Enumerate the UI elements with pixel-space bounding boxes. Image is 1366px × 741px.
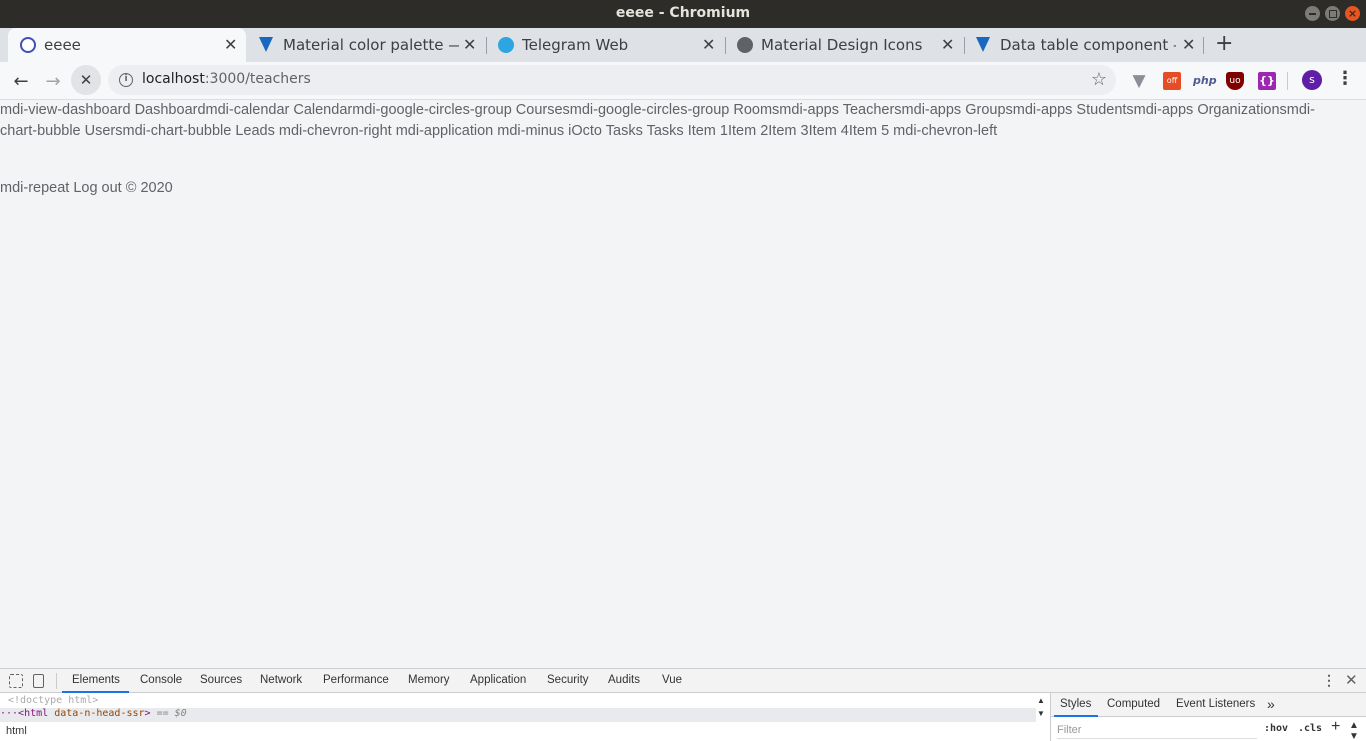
devtools-tab-performance[interactable]: Performance [323,674,389,686]
tab-separator [1203,37,1204,54]
devtools-separator [56,673,57,689]
unstyled-nav-text[interactable]: mdi-view-dashboard Dashboardmdi-calendar… [0,100,1350,142]
tab-label: eeee [44,36,81,54]
minimize-button[interactable] [1305,6,1320,21]
vue-devtools-extension-icon[interactable]: ▼ [1130,72,1148,90]
vuetify-icon [976,37,990,52]
active-tab-indicator [62,691,129,693]
close-tab-icon[interactable]: ✕ [941,35,954,54]
url-host: localhost [142,71,205,87]
dom-html-attr: data-n-head-ssr [54,708,145,719]
url-text[interactable]: localhost:3000/teachers [142,71,311,87]
stop-loading-button[interactable]: ✕ [71,65,101,95]
off-extension-icon[interactable]: off [1163,72,1181,90]
devtools-menu-icon[interactable]: ⋮ [1322,672,1336,689]
dom-html-tag: html [24,708,49,719]
scroll-up-arrow-icon[interactable]: ▲ [1037,696,1045,705]
dom-selected-marker: == $0 [156,708,187,719]
computed-tab[interactable]: Computed [1107,698,1160,710]
dom-html-prefix: ···< [0,708,25,719]
profile-avatar[interactable]: s [1302,70,1322,90]
tab-label: Telegram Web [522,36,629,54]
unstyled-footer-text[interactable]: mdi-repeat Log out © 2020 [0,178,173,199]
sidebar-toggle-icon[interactable]: ▲ ▼ [1349,720,1359,741]
styles-tab[interactable]: Styles [1060,698,1091,710]
devtools-tab-console[interactable]: Console [140,674,182,686]
tab-data-table-component[interactable]: Data table component — V ✕ [964,28,1202,62]
close-tab-icon[interactable]: ✕ [1182,35,1195,54]
bookmark-star-icon[interactable]: ☆ [1091,69,1107,90]
tab-material-design-icons[interactable]: Material Design Icons ✕ [725,28,963,62]
php-extension-icon[interactable]: php [1193,72,1217,90]
browser-menu-icon[interactable]: ⋮ [1336,68,1354,89]
tab-eeee[interactable]: eeee ✕ [8,28,246,62]
page-content: mdi-view-dashboard Dashboardmdi-calendar… [0,100,1366,668]
tab-label: Data table component — V [1000,36,1176,54]
dom-doctype-line[interactable]: <!doctype html> [8,695,98,706]
devtools-close-icon[interactable]: ✕ [1345,671,1358,689]
telegram-icon [498,37,514,53]
dom-html-line[interactable]: ···<html data-n-head-ssr> == $0 [0,708,1036,722]
close-tab-icon[interactable]: ✕ [702,35,715,54]
vuetify-icon [259,37,273,52]
window-title: eeee - Chromium [615,5,751,21]
class-toggle[interactable]: .cls [1298,723,1322,734]
close-tab-icon[interactable]: ✕ [463,35,476,54]
tab-strip: eeee ✕ Material color palette — V ✕ Tele… [0,28,1366,62]
forward-button[interactable]: → [40,69,66,95]
address-bar[interactable]: i localhost:3000/teachers ☆ [108,65,1116,95]
more-tabs-icon[interactable]: » [1267,696,1275,712]
event-listeners-tab[interactable]: Event Listeners [1176,698,1255,710]
maximize-button[interactable] [1325,6,1340,21]
browser-toolbar: ← → ✕ i localhost:3000/teachers ☆ ▼ off … [0,62,1366,100]
url-path: :3000/teachers [204,71,311,87]
devtools-tab-application[interactable]: Application [470,674,526,686]
device-toolbar-icon[interactable] [33,674,44,688]
globe-icon [737,37,753,53]
styles-filter-input[interactable] [1057,721,1257,739]
json-extension-icon[interactable]: {} [1258,72,1276,90]
devtools-tab-memory[interactable]: Memory [408,674,450,686]
new-tab-button[interactable]: + [1215,31,1233,56]
styles-pane: Styles Computed Event Listeners » :hov .… [1050,693,1366,741]
devtools-tab-sources[interactable]: Sources [200,674,242,686]
devtools-tab-audits[interactable]: Audits [608,674,640,686]
dom-breadcrumb[interactable]: html [6,725,27,737]
close-window-button[interactable]: × [1345,6,1360,21]
devtools-tab-vue[interactable]: Vue [662,674,682,686]
tab-label: Material color palette — V [283,36,459,54]
devtools-tab-security[interactable]: Security [547,674,589,686]
inspect-element-icon[interactable] [9,674,23,688]
back-button[interactable]: ← [8,69,34,95]
scroll-down-arrow-icon[interactable]: ▼ [1037,709,1045,718]
hover-state-toggle[interactable]: :hov [1264,723,1288,734]
nuxt-icon [20,37,36,53]
toolbar-separator [1287,72,1288,90]
window-titlebar: eeee - Chromium × [0,0,1366,28]
dom-html-suffix: > [144,708,151,719]
styles-active-indicator [1054,715,1098,717]
tab-telegram-web[interactable]: Telegram Web ✕ [486,28,724,62]
close-tab-icon[interactable]: ✕ [224,35,237,54]
devtools-tab-bar: Elements Console Sources Network Perform… [0,669,1366,693]
ublock-extension-icon[interactable]: uo [1226,72,1244,90]
devtools-panel: Elements Console Sources Network Perform… [0,668,1366,741]
devtools-tab-network[interactable]: Network [260,674,302,686]
styles-tab-bar: Styles Computed Event Listeners » [1051,693,1366,717]
devtools-tab-elements[interactable]: Elements [72,674,120,686]
info-icon[interactable]: i [119,73,133,87]
new-style-rule-button[interactable]: + [1331,718,1340,736]
tab-label: Material Design Icons [761,36,923,54]
tab-material-color-palette[interactable]: Material color palette — V ✕ [247,28,485,62]
